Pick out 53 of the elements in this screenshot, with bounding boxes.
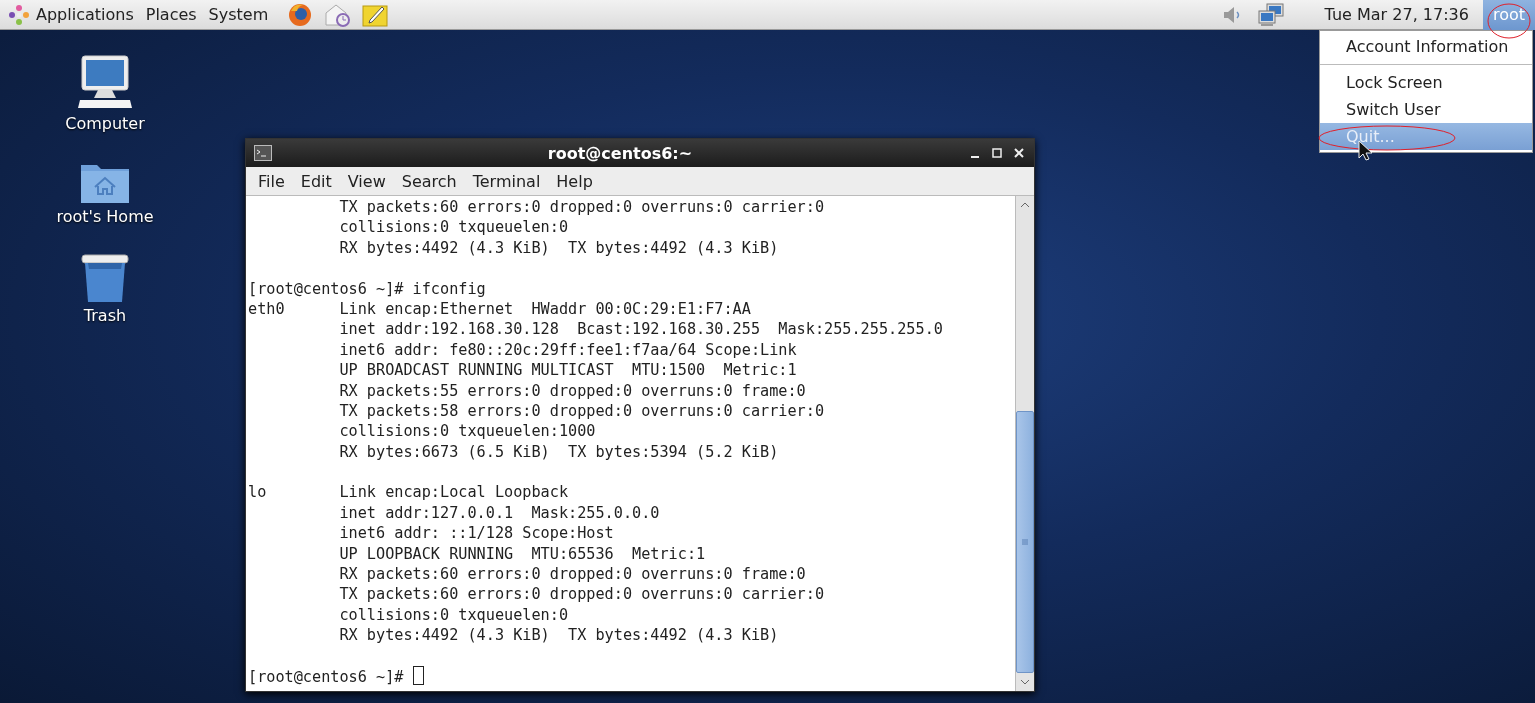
terminal-line: RX bytes:6673 (6.5 KiB) TX bytes:5394 (5.2 KiB) xyxy=(338,441,780,463)
trash-icon[interactable] xyxy=(79,252,131,304)
menu-item[interactable]: Edit xyxy=(292,171,340,191)
scrollbar[interactable] xyxy=(1015,196,1034,691)
terminal-line: RX bytes:4492 (4.3 KiB) TX bytes:4492 (4.3 KiB) xyxy=(338,237,780,259)
menu-item[interactable]: Help xyxy=(548,171,601,191)
menu-item[interactable]: Switch User xyxy=(1320,96,1532,123)
panel-menu[interactable]: Places xyxy=(139,0,203,30)
terminal-line: TX packets:60 errors:0 dropped:0 overruns:0 carrier:0 xyxy=(338,584,826,605)
terminal-line: collisions:0 txqueuelen:1000 xyxy=(338,421,597,442)
mail-clock-icon[interactable] xyxy=(324,2,351,27)
network-icon[interactable] xyxy=(1256,2,1285,27)
desktop-icon-label[interactable]: Computer xyxy=(65,114,145,133)
terminal-prompt: [root@centos6 ~]# xyxy=(248,668,405,686)
note-pencil-icon[interactable] xyxy=(362,2,389,27)
menu-item[interactable]: Lock Screen xyxy=(1320,69,1532,96)
scrollbar-thumb[interactable] xyxy=(1016,411,1034,673)
terminal-line: RX packets:55 errors:0 dropped:0 overruns:0 frame:0 xyxy=(338,380,807,401)
browser-icon[interactable] xyxy=(288,2,313,27)
terminal-line: inet addr:127.0.0.1 Mask:255.0.0.0 xyxy=(338,502,661,524)
terminal-line: UP BROADCAST RUNNING MULTICAST MTU:1500 Metric:1 xyxy=(338,360,798,381)
terminal-line: RX bytes:4492 (4.3 KiB) TX bytes:4492 (4.3 KiB) xyxy=(338,625,780,646)
desktop-icon-label[interactable]: root's Home xyxy=(56,207,154,226)
terminal-icon xyxy=(254,145,272,161)
terminal-line: UP LOOPBACK RUNNING MTU:65536 Metric:1 xyxy=(338,543,707,565)
panel-menu[interactable]: Applications xyxy=(30,0,140,30)
menu-item[interactable]: File xyxy=(250,171,293,191)
terminal-line: inet6 addr: ::1/128 Scope:Host xyxy=(338,523,615,544)
terminal-line: RX packets:60 errors:0 dropped:0 overruns:0 frame:0 xyxy=(338,564,807,585)
terminal-line: [root@centos6 ~]# ifconfig xyxy=(248,278,487,299)
terminal-line: inet addr:192.168.30.128 Bcast:192.168.30.255 Mask:255.255.255.0 xyxy=(338,319,944,340)
menu-item[interactable]: Search xyxy=(393,171,465,191)
scroll-up-icon[interactable] xyxy=(1020,201,1030,209)
app-menu-icon[interactable] xyxy=(8,3,30,26)
terminal-line: TX packets:58 errors:0 dropped:0 overruns:0 carrier:0 xyxy=(338,400,826,422)
maximize-icon[interactable] xyxy=(990,146,1004,160)
window-title: root@centos6:~ xyxy=(546,143,694,163)
text-cursor xyxy=(412,666,424,685)
terminal-line: eth0 Link encap:Ethernet HWaddr 00:0C:29:E1:F7:AA xyxy=(248,298,752,320)
desktop-icon-label[interactable]: Trash xyxy=(83,306,127,325)
close-icon[interactable] xyxy=(1012,146,1026,160)
panel-menu[interactable]: System xyxy=(202,0,275,30)
menu-item[interactable]: View xyxy=(339,171,394,191)
terminal-line: collisions:0 txqueuelen:0 xyxy=(338,604,570,626)
clock[interactable]: Tue Mar 27, 17:36 xyxy=(1324,5,1469,24)
scroll-down-icon[interactable] xyxy=(1020,678,1030,686)
menu-item[interactable]: Terminal xyxy=(464,171,549,191)
terminal-line: TX packets:60 errors:0 dropped:0 overruns:0 carrier:0 xyxy=(338,197,826,218)
terminal-line: lo Link encap:Local Loopback xyxy=(248,482,570,503)
terminal-line: inet6 addr: fe80::20c:29ff:fee1:f7aa/64 Scope:Link xyxy=(338,339,798,361)
terminal-line: collisions:0 txqueuelen:0 xyxy=(338,217,570,238)
annotation-ellipse xyxy=(1486,2,1532,40)
menu-item[interactable]: Account Information xyxy=(1320,33,1532,60)
